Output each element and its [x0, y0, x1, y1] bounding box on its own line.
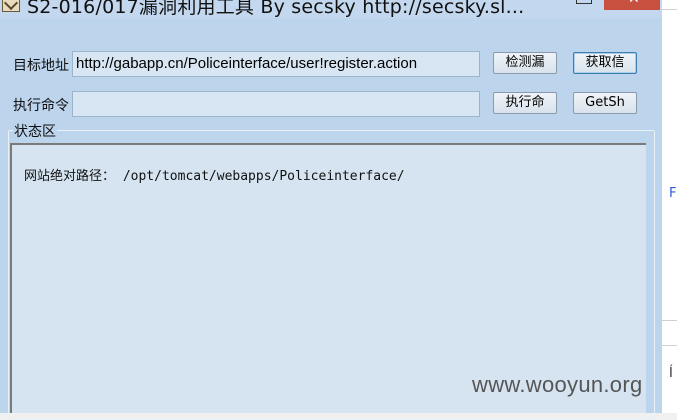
- target-url-input[interactable]: http://gabapp.cn/Policeinterface/user!re…: [72, 51, 480, 77]
- window-title: S2-016/017漏洞利用工具 By secsky http://secsky…: [27, 0, 525, 18]
- detect-vuln-button[interactable]: 检测漏: [493, 52, 557, 74]
- status-group-label: 状态区: [13, 121, 57, 141]
- watermark: www.wooyun.org: [472, 372, 643, 397]
- getshell-button[interactable]: GetSh: [573, 92, 637, 114]
- get-info-button[interactable]: 获取信: [573, 52, 637, 74]
- title-bar[interactable]: S2-016/017漏洞利用工具 By secsky http://secsky…: [0, 0, 662, 18]
- close-icon: ✕: [628, 0, 640, 7]
- command-label: 执行命令: [13, 98, 69, 114]
- minimize-button[interactable]: [560, 0, 604, 10]
- status-line: 网站绝对路径： /opt/tomcat/webapps/Policeinterf…: [24, 169, 405, 184]
- strip-text: F: [669, 186, 677, 201]
- background-window-edge: [662, 0, 677, 413]
- target-url-label: 目标地址: [13, 58, 69, 74]
- command-input[interactable]: [72, 91, 480, 117]
- strip-divider: [662, 345, 677, 346]
- strip-divider: [662, 320, 677, 321]
- strip-text: Í: [669, 366, 673, 381]
- main-window: S2-016/017漏洞利用工具 By secsky http://secsky…: [0, 0, 662, 420]
- strip-divider: [662, 9, 677, 10]
- close-button[interactable]: ✕: [604, 0, 660, 10]
- app-icon: [2, 0, 20, 12]
- minimize-icon: [576, 0, 592, 4]
- execute-command-button[interactable]: 执行命: [493, 92, 557, 114]
